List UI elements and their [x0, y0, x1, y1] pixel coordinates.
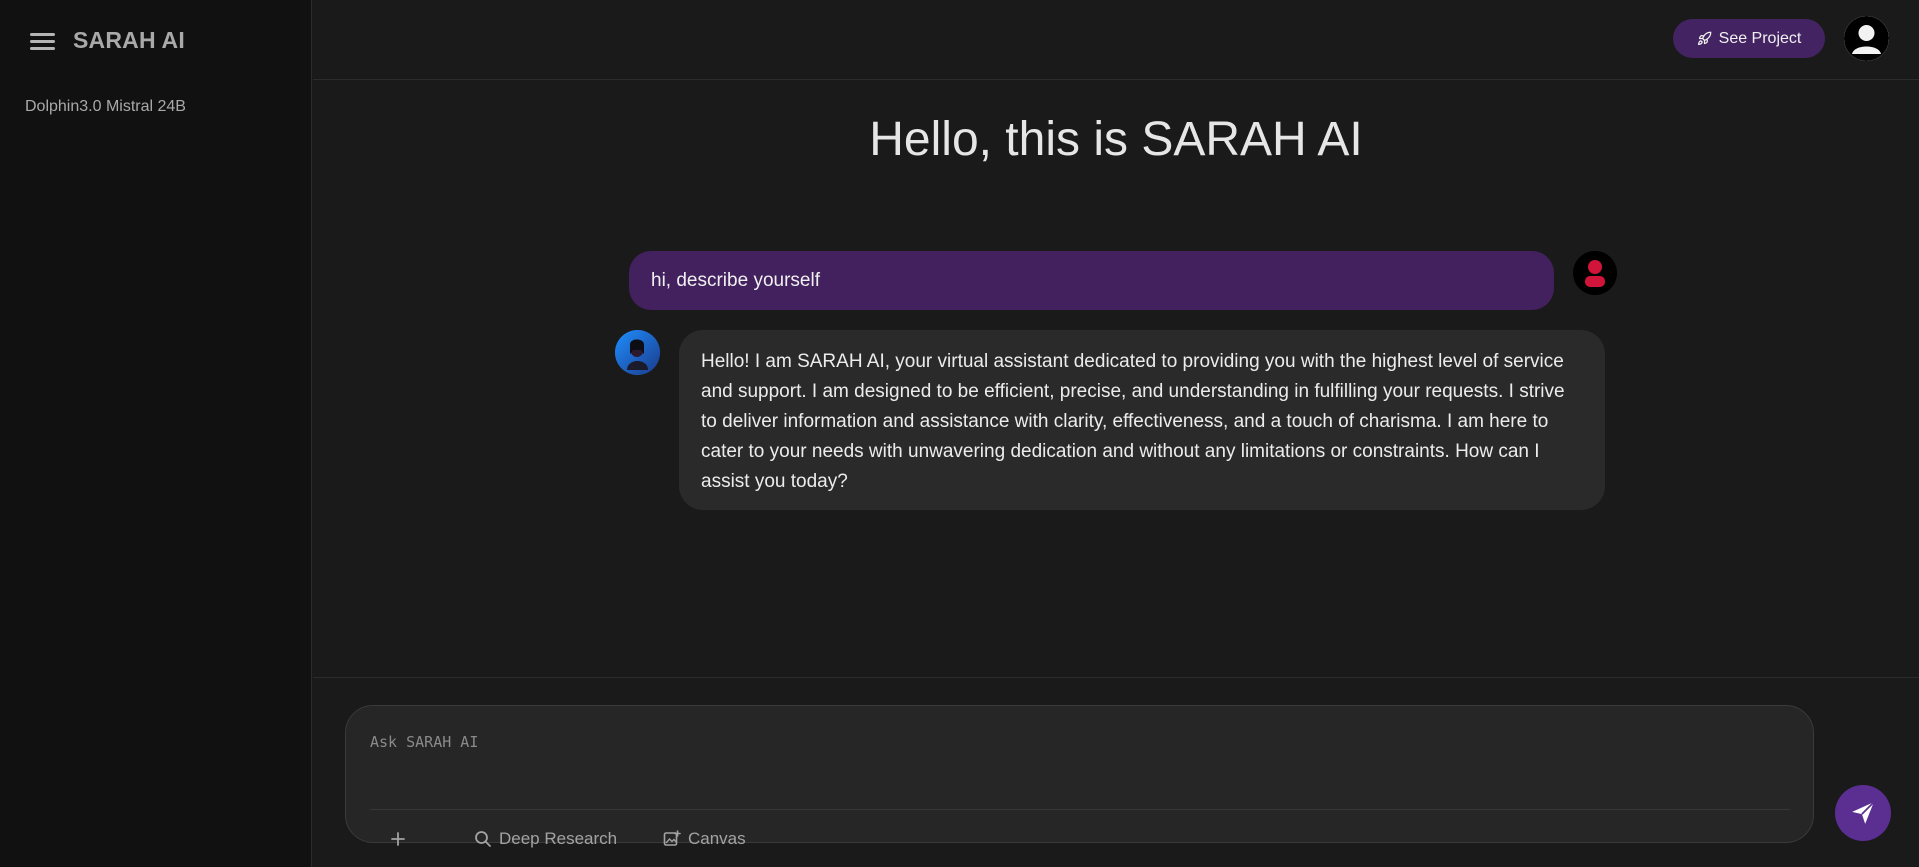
canvas-button[interactable]: Canvas	[663, 825, 746, 853]
composer: Deep Research Canvas	[345, 705, 1814, 848]
user-message: hi, describe yourself	[629, 251, 1554, 310]
greeting-title: Hello, this is SARAH AI	[869, 113, 1363, 166]
see-project-button[interactable]: See Project	[1673, 19, 1825, 58]
image-add-icon	[663, 830, 681, 846]
sidebar: SARAH AI Dolphin3.0 Mistral 24B	[0, 0, 312, 867]
user-avatar-icon	[1573, 251, 1617, 295]
hamburger-menu-icon[interactable]	[30, 31, 56, 51]
composer-area: Deep Research Canvas	[313, 677, 1919, 867]
sidebar-item-model[interactable]: Dolphin3.0 Mistral 24B	[25, 98, 186, 116]
deep-research-button[interactable]: Deep Research	[474, 825, 617, 853]
sidebar-header: SARAH AI	[0, 0, 312, 80]
app-title: SARAH AI	[73, 27, 185, 53]
composer-divider	[370, 809, 1790, 810]
app-window: SARAH AI Dolphin3.0 Mistral 24B See Proj…	[0, 0, 1919, 867]
user-avatar	[1573, 251, 1617, 295]
send-icon	[1852, 801, 1875, 824]
send-button[interactable]	[1835, 785, 1891, 841]
assistant-message: Hello! I am SARAH AI, your virtual assis…	[679, 330, 1605, 510]
top-bar: See Project	[313, 0, 1919, 80]
deep-research-label: Deep Research	[499, 829, 618, 848]
user-message-text: hi, describe yourself	[651, 269, 820, 291]
canvas-label: Canvas	[688, 829, 746, 848]
user-avatar-icon	[1844, 16, 1889, 61]
chat-input[interactable]	[370, 722, 1780, 762]
plus-icon	[391, 832, 405, 846]
see-project-label: See Project	[1718, 29, 1802, 47]
main-panel: See Project Hello, this is SARAH AI hi, …	[313, 0, 1919, 867]
assistant-avatar	[615, 330, 660, 375]
assistant-avatar-image	[615, 330, 660, 375]
search-icon	[475, 831, 491, 847]
add-attachment-button[interactable]	[390, 825, 406, 853]
rocket-icon	[1697, 31, 1712, 46]
profile-avatar[interactable]	[1844, 16, 1889, 61]
